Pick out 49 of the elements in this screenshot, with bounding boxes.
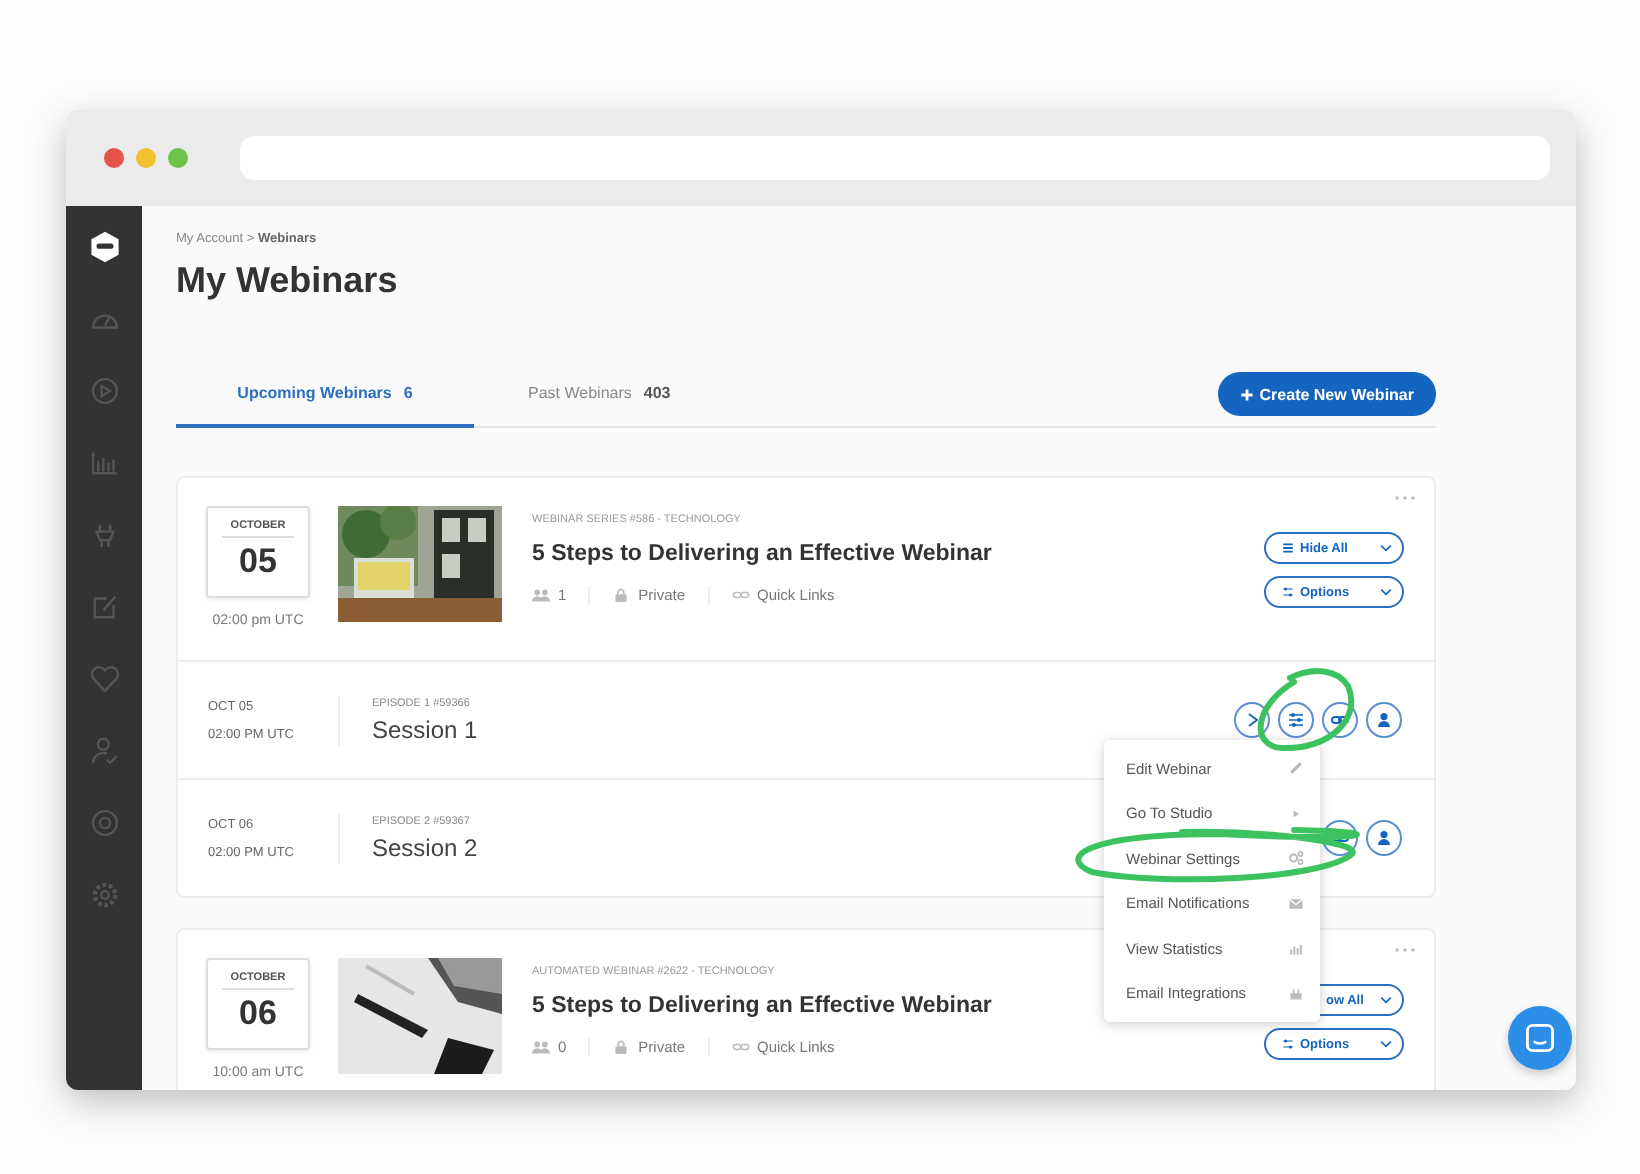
minimize-dot-icon[interactable] (136, 148, 156, 168)
presenter-button[interactable] (1366, 820, 1402, 856)
play-icon[interactable] (87, 374, 121, 408)
day-number: 06 (239, 994, 277, 1034)
maximize-dot-icon[interactable] (168, 148, 188, 168)
sliders-icon (1282, 1038, 1294, 1050)
settings-button[interactable] (1278, 702, 1314, 738)
sliders-icon (1282, 586, 1294, 598)
page-title: My Webinars (176, 260, 400, 302)
user-check-icon[interactable] (87, 734, 121, 768)
tab[interactable]: Past Webinars 403 (474, 363, 725, 427)
play-icon (1288, 805, 1304, 822)
people-icon (532, 1040, 550, 1054)
chevron-down-icon (1380, 544, 1392, 552)
person-icon (1374, 828, 1394, 848)
lifebuoy-icon[interactable] (87, 806, 121, 840)
more-icon[interactable] (1394, 494, 1416, 502)
webinar-title[interactable]: 5 Steps to Delivering an Effective Webinar (532, 542, 992, 566)
link-icon (1330, 710, 1350, 730)
gears-icon (1288, 850, 1304, 867)
close-dot-icon[interactable] (104, 148, 124, 168)
link-icon (731, 588, 750, 602)
chevron-down-icon (1380, 996, 1392, 1004)
webinar-title[interactable]: 5 Steps to Delivering an Effective Webinar (532, 994, 992, 1018)
plus-icon (1239, 387, 1254, 401)
list-icon (1282, 542, 1294, 554)
chevron-down-icon (1380, 588, 1392, 596)
heart-icon[interactable] (87, 662, 121, 696)
chat-icon (1522, 1020, 1558, 1056)
sliders-icon (1286, 710, 1306, 730)
envelope-icon (1288, 895, 1304, 912)
settings-icon[interactable] (87, 878, 121, 912)
tab[interactable]: Upcoming Webinars 6 (176, 363, 474, 427)
person-icon (1374, 710, 1394, 730)
link-icon (731, 1040, 750, 1054)
plug-icon (1288, 985, 1304, 1002)
lock-icon (612, 588, 631, 602)
logo-icon[interactable] (87, 230, 121, 264)
day-number: 05 (239, 542, 277, 582)
lock-icon (612, 1040, 631, 1054)
chevron-down-icon (1380, 1040, 1392, 1048)
presenter-button[interactable] (1366, 702, 1402, 738)
bar-chart-icon (1288, 940, 1304, 957)
more-icon[interactable] (1394, 946, 1416, 954)
people-icon (532, 588, 550, 602)
pencil-icon (1288, 760, 1304, 777)
session-name[interactable]: Session 1 (372, 715, 478, 743)
create-webinar-button[interactable]: Create New Webinar (1217, 372, 1436, 416)
session-name[interactable]: Session 2 (372, 833, 478, 861)
